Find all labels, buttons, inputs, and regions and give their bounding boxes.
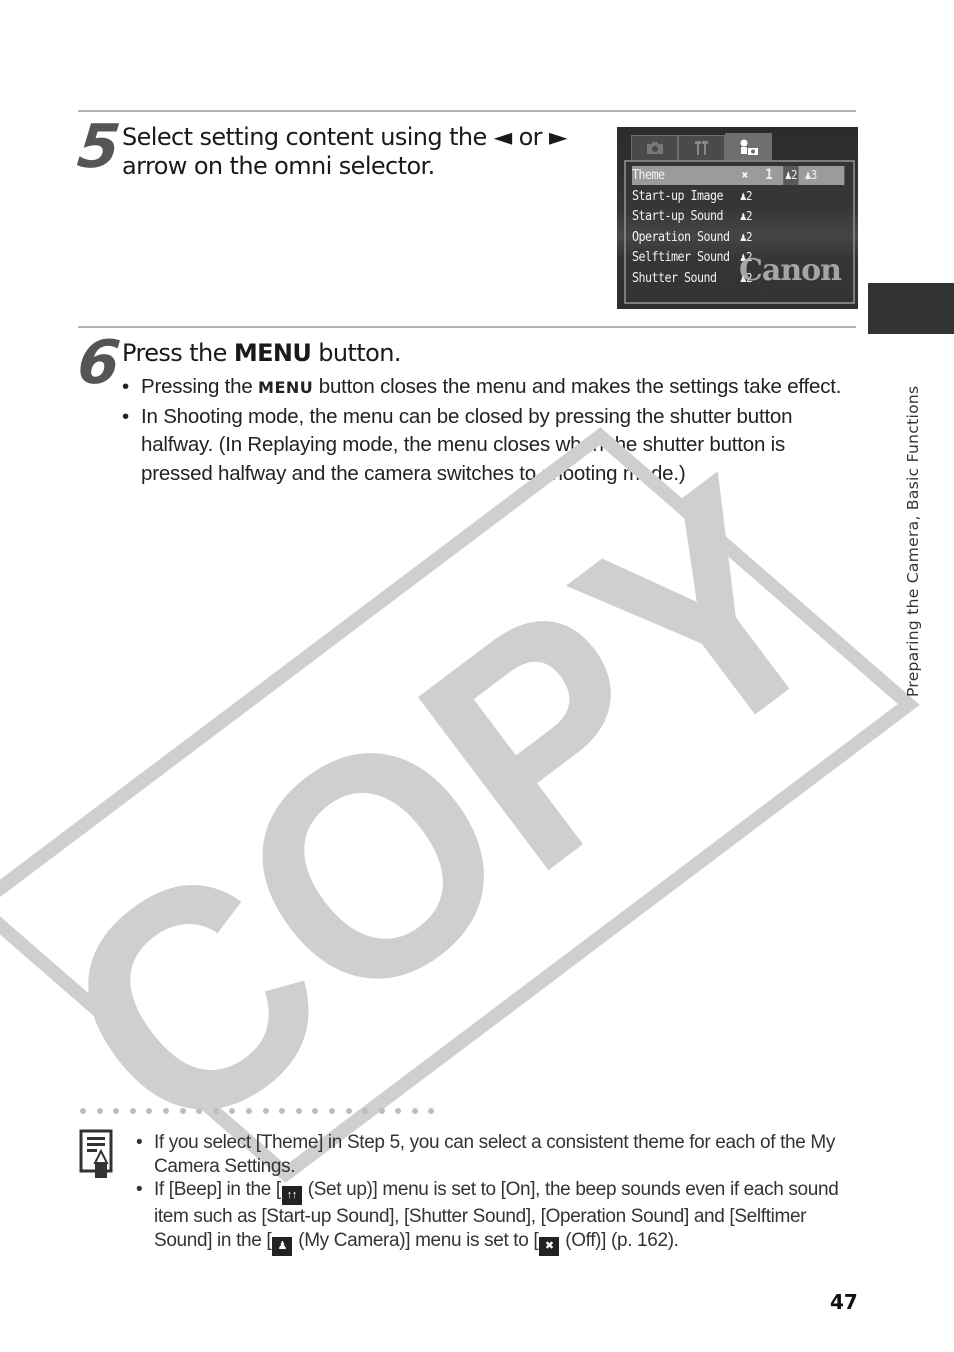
- setup-tools-icon: [694, 141, 708, 155]
- off-icon: ✖: [539, 1237, 560, 1257]
- page-number: 47: [830, 1290, 858, 1314]
- note-pencil-icon: [79, 1129, 113, 1178]
- copy-watermark-text: COPY: [2, 415, 892, 1207]
- tab-my-camera: [725, 133, 772, 160]
- menu-keyword: MENU: [233, 339, 312, 367]
- menu-row-startup-sound: Start-up Sound ♟2: [632, 209, 752, 224]
- my-camera-setting-icon: ♟2: [740, 209, 752, 223]
- menu-row-label: Theme: [632, 168, 665, 183]
- chapter-tab-marker: [868, 283, 954, 334]
- tab-setup: [678, 135, 725, 160]
- step-5-title-line1: Select setting content using the ◄ or ►: [122, 123, 567, 151]
- camera-menu-panel: Theme ✖ 1 ♟2 ♟3 Start-up Image ♟2 Start-…: [624, 160, 855, 304]
- theme-option-3: ♟3: [804, 168, 817, 182]
- theme-option-off-icon: ✖: [741, 168, 748, 182]
- step-number-6: 6: [74, 328, 124, 398]
- bullet-dot: •: [136, 1179, 143, 1201]
- section-divider-top: [78, 110, 856, 112]
- note-content: • If you select [Theme] in Step 5, you c…: [136, 1131, 856, 1257]
- step-6-bullets: • Pressing the MENU button closes the me…: [122, 373, 842, 488]
- step-5-title: Select setting content using the ◄ or ► …: [122, 123, 567, 181]
- my-camera-setting-icon: ♟2: [740, 189, 752, 203]
- step-6-title: Press the MENU button.: [122, 339, 401, 367]
- my-camera-icon: [740, 139, 758, 155]
- menu-keyword: MENU: [258, 378, 314, 397]
- step-number-5: 5: [74, 112, 124, 182]
- tab-shooting: [631, 135, 678, 160]
- menu-row-theme: Theme ✖ 1 ♟2 ♟3: [632, 166, 845, 185]
- menu-row-operation-sound: Operation Sound ♟2: [632, 230, 752, 245]
- camera-menu-tabs: [631, 133, 772, 161]
- my-camera-setting-icon: ♟2: [740, 230, 752, 244]
- my-camera-icon: ♟: [272, 1237, 293, 1257]
- canon-logo: Canon: [739, 253, 842, 288]
- section-divider-middle: [78, 326, 856, 328]
- menu-row-startup-image: Start-up Image ♟2: [632, 189, 752, 204]
- step-5-title-line2: arrow on the omni selector.: [122, 152, 435, 180]
- note-bullet: • If you select [Theme] in Step 5, you c…: [136, 1132, 836, 1177]
- chapter-title: Preparing the Camera, Basic Functions: [904, 385, 922, 697]
- bullet-dot: •: [122, 375, 129, 398]
- dotted-separator: [80, 1108, 435, 1114]
- bullet-item: • Pressing the MENU button closes the me…: [122, 373, 842, 403]
- theme-option-1: 1: [765, 167, 773, 183]
- camera-icon: [646, 142, 663, 154]
- bullet-dot: •: [136, 1132, 143, 1153]
- set-up-icon: ↑↑: [281, 1186, 302, 1206]
- theme-option-2: ♟2: [783, 166, 799, 185]
- note-bullet: • If [Beep] in the [↑↑ (Set up)] menu is…: [136, 1178, 856, 1257]
- camera-menu-screen: Theme ✖ 1 ♟2 ♟3 Start-up Image ♟2 Start-…: [617, 127, 858, 309]
- bullet-dot: •: [122, 404, 129, 428]
- bullet-item: • In Shooting mode, the menu can be clos…: [122, 404, 793, 485]
